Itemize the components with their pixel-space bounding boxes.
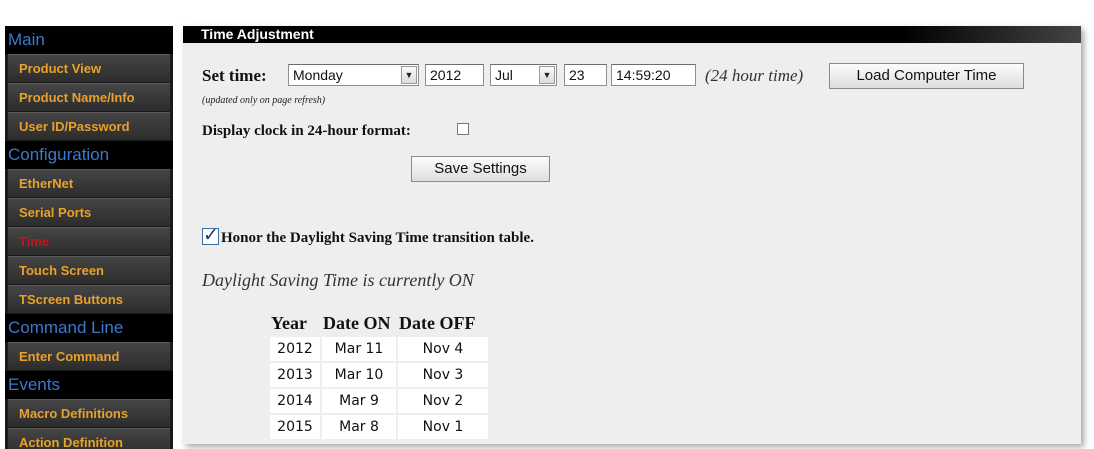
date-off-cell: Nov 3 <box>398 363 488 387</box>
sidebar-item-tscreen-buttons[interactable]: TScreen Buttons <box>8 285 170 313</box>
date-on-cell: Mar 8 <box>322 415 396 439</box>
dst-transition-table: Year Date ON Date OFF 2012 Mar 11 Nov 4 … <box>268 309 490 441</box>
year-cell: 2015 <box>270 415 320 439</box>
sidebar-item-serial-ports[interactable]: Serial Ports <box>8 198 170 226</box>
time-input[interactable]: 14:59:20 <box>611 64 696 86</box>
table-header-row: Year Date ON Date OFF <box>270 311 488 335</box>
sidebar-item-action-definition[interactable]: Action Definition <box>8 428 170 449</box>
month-select[interactable]: Jul ▼ <box>490 64 557 86</box>
dst-honor-checkbox[interactable]: ✓ <box>202 224 219 246</box>
save-settings-button[interactable]: Save Settings <box>411 156 550 182</box>
sidebar-item-macro-definitions[interactable]: Macro Definitions <box>8 399 170 427</box>
sidebar-item-user-id-password[interactable]: User ID/Password <box>8 112 170 140</box>
month-select-value: Jul <box>495 67 513 83</box>
table-row: 2012 Mar 11 Nov 4 <box>270 337 488 361</box>
time-adjustment-panel: Time Adjustment Set time: Monday ▼ 2012 … <box>183 26 1081 444</box>
column-header-date-on: Date ON <box>323 312 391 333</box>
table-row: 2014 Mar 9 Nov 2 <box>270 389 488 413</box>
sidebar-section-main[interactable]: Main <box>5 26 173 54</box>
chevron-down-icon[interactable]: ▼ <box>401 66 417 84</box>
dst-status-text: Daylight Saving Time is currently ON <box>202 270 474 290</box>
date-on-cell: Mar 9 <box>322 389 396 413</box>
day-select-value: Monday <box>293 67 343 83</box>
sidebar-item-touch-screen[interactable]: Touch Screen <box>8 256 170 284</box>
date-off-cell: Nov 2 <box>398 389 488 413</box>
date-off-cell: Nov 4 <box>398 337 488 361</box>
chevron-down-icon[interactable]: ▼ <box>539 66 555 84</box>
year-cell: 2012 <box>270 337 320 361</box>
date-input[interactable]: 23 <box>564 64 607 86</box>
year-cell: 2014 <box>270 389 320 413</box>
refresh-note: (updated only on page refresh) <box>202 95 326 106</box>
date-off-cell: Nov 1 <box>398 415 488 439</box>
set-time-label: Set time: <box>202 66 267 85</box>
date-on-cell: Mar 11 <box>322 337 396 361</box>
year-cell: 2013 <box>270 363 320 387</box>
sidebar-section-events[interactable]: Events <box>5 371 173 399</box>
sidebar-section-command-line[interactable]: Command Line <box>5 314 173 342</box>
column-header-date-off: Date OFF <box>399 312 476 333</box>
sidebar-section-configuration[interactable]: Configuration <box>5 141 173 169</box>
clock-24-checkbox[interactable] <box>457 123 469 135</box>
sidebar-item-enter-command[interactable]: Enter Command <box>8 342 170 370</box>
year-input[interactable]: 2012 <box>425 64 484 86</box>
dst-honor-label: Honor the Daylight Saving Time transitio… <box>221 230 534 246</box>
clock-24-label: Display clock in 24-hour format: <box>202 123 411 139</box>
date-on-cell: Mar 10 <box>322 363 396 387</box>
column-header-year: Year <box>271 312 307 333</box>
sidebar: Main Product View Product Name/Info User… <box>5 26 173 449</box>
table-row: 2013 Mar 10 Nov 3 <box>270 363 488 387</box>
checkmark-icon: ✓ <box>203 224 219 246</box>
table-row: 2015 Mar 8 Nov 1 <box>270 415 488 439</box>
sidebar-item-time[interactable]: Time <box>8 227 170 255</box>
hour-format-note: (24 hour time) <box>705 66 804 85</box>
sidebar-item-product-name-info[interactable]: Product Name/Info <box>8 83 170 111</box>
sidebar-item-product-view[interactable]: Product View <box>8 54 170 82</box>
panel-title: Time Adjustment <box>183 26 1081 43</box>
sidebar-item-ethernet[interactable]: EtherNet <box>8 169 170 197</box>
load-computer-time-button[interactable]: Load Computer Time <box>829 63 1024 89</box>
day-select[interactable]: Monday ▼ <box>288 64 419 86</box>
